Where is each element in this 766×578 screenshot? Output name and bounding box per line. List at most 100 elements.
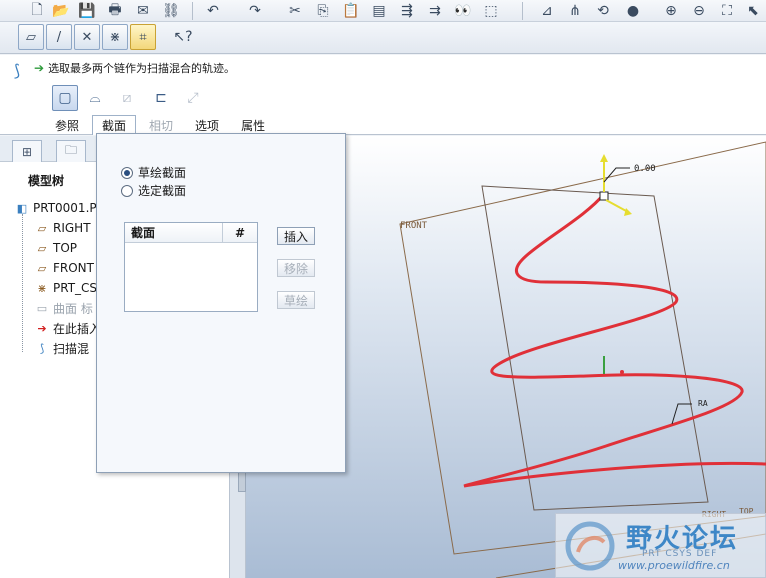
shading-sphere-icon[interactable]: ●	[622, 1, 644, 21]
display-toolbar: ▱ / ✕ ⋇ ⌗ ↖?	[0, 22, 766, 54]
ra-label: RA	[698, 399, 708, 408]
point-toggle-icon[interactable]: ✕	[74, 24, 100, 50]
tree-item-label: FRONT	[53, 261, 94, 275]
column-header-number: #	[234, 225, 246, 240]
radio-sketched-section[interactable]: 草绘截面	[121, 164, 186, 181]
tree-item-label: 在此插入	[53, 321, 102, 336]
folder-browser-tab-icon[interactable]: 🗀	[56, 140, 86, 162]
regenerate-icon[interactable]: ⇶	[396, 1, 418, 21]
toolbar-separator	[522, 2, 523, 20]
start-point-handle[interactable]	[599, 191, 609, 201]
print-icon[interactable]: 🖶	[104, 1, 126, 21]
surface-type-icon[interactable]: ⌓	[82, 85, 108, 111]
arrow-head-icon	[600, 154, 608, 162]
email-icon[interactable]: ✉	[132, 1, 154, 21]
annotation-toggle-icon[interactable]: ⌗	[130, 24, 156, 50]
right-datum-plane	[481, 185, 709, 511]
model-tree-title: 模型树	[28, 174, 65, 188]
tree-item-top[interactable]: ▱ TOP	[14, 238, 101, 258]
prompt-text: 选取最多两个链作为扫描混合的轨迹。	[48, 62, 236, 75]
prompt-arrow-icon: ➔	[34, 61, 45, 75]
prompt-message: ➔ 选取最多两个链作为扫描混合的轨迹。	[34, 60, 235, 76]
model-tree: ◧ PRT0001.P ▱ RIGHT ▱ TOP ▱ FRONT ⋇ PRT_…	[14, 198, 101, 358]
column-header-section: 截面	[125, 223, 223, 242]
sweep-blend-icon: ⟆	[39, 341, 45, 355]
datum-plane-icon: ▱	[37, 261, 47, 275]
tree-item-right[interactable]: ▱ RIGHT	[14, 218, 101, 238]
cut-icon[interactable]: ✂	[284, 1, 306, 21]
sweep-blend-feature-icon: ⟆	[13, 60, 21, 80]
watermark-url: www.proewildfire.cn	[618, 559, 730, 572]
datum-display-icon[interactable]: ⊿	[536, 1, 558, 21]
tree-item-label: 曲面 标	[53, 301, 93, 316]
solid-type-icon[interactable]: ▢	[52, 85, 78, 111]
tab-properties[interactable]: 属性	[232, 115, 274, 135]
tab-tangency: 相切	[149, 118, 174, 133]
tree-item-label: PRT_CS	[53, 281, 98, 295]
axis-toggle-icon[interactable]: /	[46, 24, 72, 50]
insert-button[interactable]: 插入	[277, 227, 315, 245]
paste-icon[interactable]: 📋	[340, 1, 362, 21]
tree-item-front[interactable]: ▱ FRONT	[14, 258, 101, 278]
standard-toolbar: 🗋 📂 💾 🖶 ✉ ⛓ ↶ ↷ ✂ ⎘ 📋 ▤ ⇶ ⇉ 👀 ⬚ ⊿ ⋔ ⟲ ● …	[0, 0, 766, 22]
radio-selected-section[interactable]: 选定截面	[121, 182, 186, 199]
axis-display-icon[interactable]: ⋔	[564, 1, 586, 21]
tree-item-sweep-blend[interactable]: ⟆ 扫描混	[14, 338, 101, 358]
refit-icon[interactable]: ⛶	[716, 1, 738, 21]
section-list-header: 截面 #	[125, 223, 257, 243]
csys-toggle-icon[interactable]: ⋇	[102, 24, 128, 50]
new-file-icon[interactable]: 🗋	[26, 1, 48, 21]
datum-plane-icon: ▱	[37, 241, 47, 255]
tree-item-label: 扫描混	[53, 341, 90, 356]
spin-center-icon[interactable]: ⟲	[592, 1, 614, 21]
sections-panel: 草绘截面 选定截面 截面 # 插入 移除 草绘	[96, 133, 346, 473]
save-icon[interactable]: 💾	[76, 1, 98, 21]
radio-button-unchecked[interactable]	[121, 184, 133, 197]
sweep-trajectory-curve[interactable]	[463, 193, 766, 488]
orient-icon[interactable]: ⬉	[742, 1, 764, 21]
front-datum-plane	[399, 141, 766, 555]
select-box-icon[interactable]: ⬚	[480, 1, 502, 21]
dashboard-tabs: 参照 截面 相切 选项 属性	[46, 115, 278, 135]
regen-manager-icon[interactable]: ⇉	[424, 1, 446, 21]
thicken-icon[interactable]: ⊏	[148, 85, 174, 111]
radio-button-checked[interactable]	[121, 166, 133, 179]
watermark-subtitle: PRT CSYS DEF	[642, 549, 718, 559]
context-help-icon[interactable]: ↖?	[172, 27, 194, 47]
paste-special-icon[interactable]: ▤	[368, 1, 390, 21]
datum-plane-icon: ▱	[37, 221, 47, 235]
find-binoculars-icon[interactable]: 👀	[452, 1, 474, 21]
center-point	[620, 370, 624, 374]
tree-item-part[interactable]: ◧ PRT0001.P	[14, 198, 101, 218]
remove-material-icon: ⧄	[122, 90, 132, 106]
copy-icon[interactable]: ⎘	[312, 1, 334, 21]
forum-logo-icon	[565, 521, 615, 571]
zoom-out-icon[interactable]: ⊖	[688, 1, 710, 21]
sketch-button: 草绘	[277, 291, 315, 309]
forum-watermark: 野火论坛 PRT CSYS DEF www.proewildfire.cn	[555, 513, 766, 578]
csys-icon: ⋇	[37, 281, 47, 295]
splitter-handle[interactable]	[238, 472, 246, 492]
toolbar-separator	[192, 2, 193, 20]
open-folder-icon[interactable]: 📂	[50, 1, 72, 21]
tree-item-surface-annotation[interactable]: ▭ 曲面 标	[14, 298, 101, 318]
flip-direction-icon: ⤢	[187, 90, 199, 106]
tab-sections[interactable]: 截面	[92, 115, 137, 135]
tab-options[interactable]: 选项	[186, 115, 228, 135]
tab-references[interactable]: 参照	[46, 115, 88, 135]
tree-item-insert-here[interactable]: ➔ 在此插入	[14, 318, 101, 338]
tree-item-label: RIGHT	[53, 221, 91, 235]
section-list[interactable]: 截面 #	[124, 222, 258, 312]
plane-display-icon[interactable]: ▱	[18, 24, 44, 50]
tree-item-csys[interactable]: ⋇ PRT_CS	[14, 278, 101, 298]
redo-icon[interactable]: ↷	[244, 1, 266, 21]
arrow-head-icon	[624, 208, 632, 216]
undo-icon[interactable]: ↶	[202, 1, 224, 21]
front-plane-label: FRONT	[400, 221, 428, 231]
dimension-value[interactable]: 0.00	[634, 164, 656, 174]
part-icon: ◧	[16, 201, 28, 215]
model-tree-tab-icon[interactable]: ⊞	[12, 140, 42, 162]
link-icon[interactable]: ⛓	[160, 1, 182, 21]
radio-label: 选定截面	[138, 184, 187, 198]
zoom-in-icon[interactable]: ⊕	[660, 1, 682, 21]
